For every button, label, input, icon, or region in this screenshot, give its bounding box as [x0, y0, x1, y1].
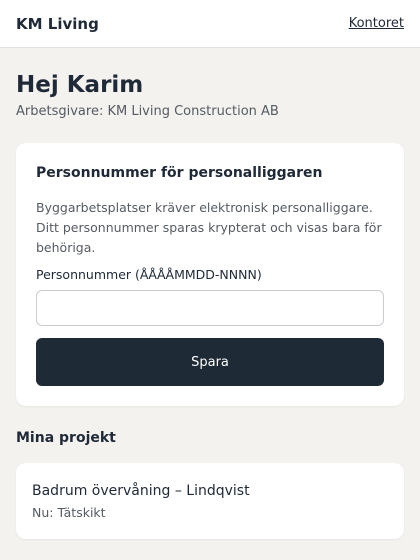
personnummer-card-title: Personnummer för personalliggaren — [36, 165, 323, 181]
project-name: Badrum övervåning – Lindqvist — [32, 483, 250, 499]
personnummer-field-label: Personnummer (ÅÅÅÅMMDD-NNNN) — [36, 267, 262, 282]
personnummer-input[interactable] — [36, 290, 384, 326]
employer-text: Arbetsgivare: KM Living Construction AB — [16, 104, 279, 119]
personnummer-card: Personnummer för personalliggaren Byggar… — [16, 143, 404, 406]
greeting-section: Hej Karim Arbetsgivare: KM Living Constr… — [0, 71, 420, 121]
office-link[interactable]: Kontoret — [349, 16, 404, 31]
brand-name: KM Living — [16, 14, 99, 33]
projects-section-title: Mina projekt — [16, 430, 116, 446]
personnummer-description: Byggarbetsplatser kräver elektronisk per… — [36, 200, 382, 255]
save-button[interactable]: Spara — [36, 338, 384, 386]
project-card[interactable]: Badrum övervåning – Lindqvist Nu: Tätski… — [16, 463, 404, 539]
top-bar: KM Living Kontoret — [0, 0, 420, 48]
project-phase: Nu: Tätskikt — [32, 505, 106, 520]
greeting-title: Hej Karim — [16, 72, 144, 98]
